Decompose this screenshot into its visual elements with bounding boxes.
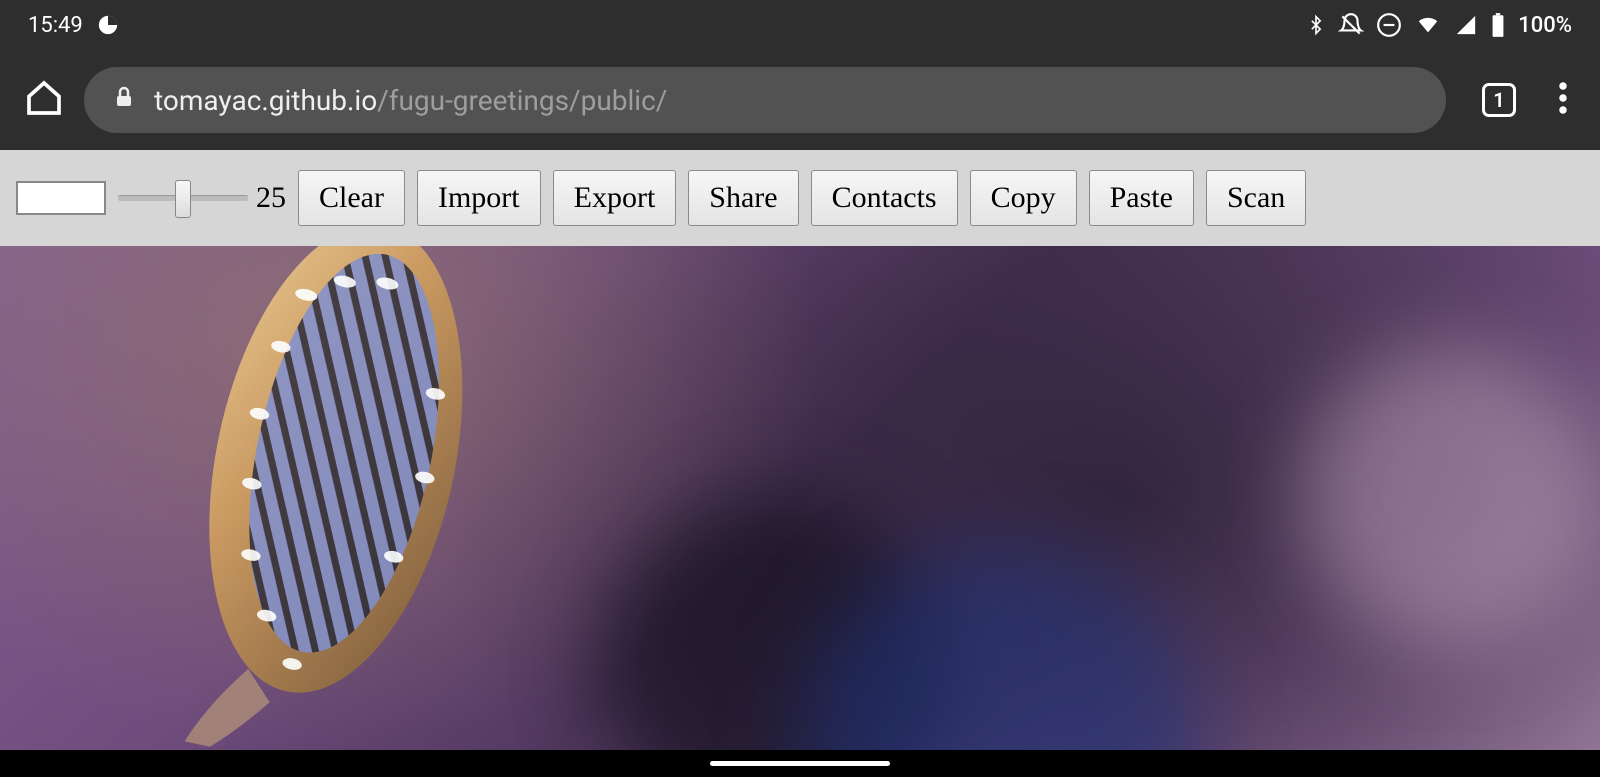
android-status-bar: 15:49 100% xyxy=(0,0,1600,50)
battery-icon xyxy=(1490,12,1506,38)
export-button[interactable]: Export xyxy=(553,170,677,226)
clear-button[interactable]: Clear xyxy=(298,170,405,226)
wifi-icon xyxy=(1414,14,1442,36)
url-bar[interactable]: tomayac.github.io/fugu-greetings/public/ xyxy=(84,67,1446,133)
drawing-canvas[interactable] xyxy=(0,246,1600,750)
android-nav-bar xyxy=(0,750,1600,777)
browser-indicator-icon xyxy=(97,14,119,36)
app-toolbar: 25 Clear Import Export Share Contacts Co… xyxy=(0,150,1600,246)
lock-icon xyxy=(112,83,136,118)
contacts-button[interactable]: Contacts xyxy=(811,170,958,226)
background-blur xyxy=(1300,346,1600,646)
paste-button[interactable]: Paste xyxy=(1089,170,1194,226)
scan-button[interactable]: Scan xyxy=(1206,170,1306,226)
copy-button[interactable]: Copy xyxy=(970,170,1077,226)
battery-percentage: 100% xyxy=(1518,13,1572,38)
browser-omnibar: tomayac.github.io/fugu-greetings/public/… xyxy=(0,50,1600,150)
brush-size-control: 25 xyxy=(118,181,286,215)
dnd-icon xyxy=(1338,12,1364,38)
bluetooth-icon xyxy=(1306,12,1326,38)
status-time: 15:49 xyxy=(28,13,83,38)
url-path: /fugu-greetings/public/ xyxy=(377,84,667,117)
share-button[interactable]: Share xyxy=(688,170,798,226)
tab-count-value: 1 xyxy=(1493,88,1504,112)
status-left: 15:49 xyxy=(28,13,119,38)
browser-menu-icon[interactable] xyxy=(1558,80,1568,120)
tab-switcher[interactable]: 1 xyxy=(1482,83,1516,117)
home-icon[interactable] xyxy=(24,78,64,122)
url-domain: tomayac.github.io xyxy=(154,84,377,117)
brush-size-value: 25 xyxy=(256,181,286,215)
fish-image xyxy=(66,246,593,750)
cell-signal-icon xyxy=(1454,14,1478,36)
color-picker[interactable] xyxy=(16,181,106,215)
import-button[interactable]: Import xyxy=(417,170,541,226)
brush-size-slider[interactable] xyxy=(118,195,248,201)
no-disturb-circle-icon xyxy=(1376,12,1402,38)
status-right: 100% xyxy=(1306,12,1572,38)
nav-handle[interactable] xyxy=(710,761,890,766)
url-text: tomayac.github.io/fugu-greetings/public/ xyxy=(154,84,667,117)
slider-thumb[interactable] xyxy=(175,180,191,218)
